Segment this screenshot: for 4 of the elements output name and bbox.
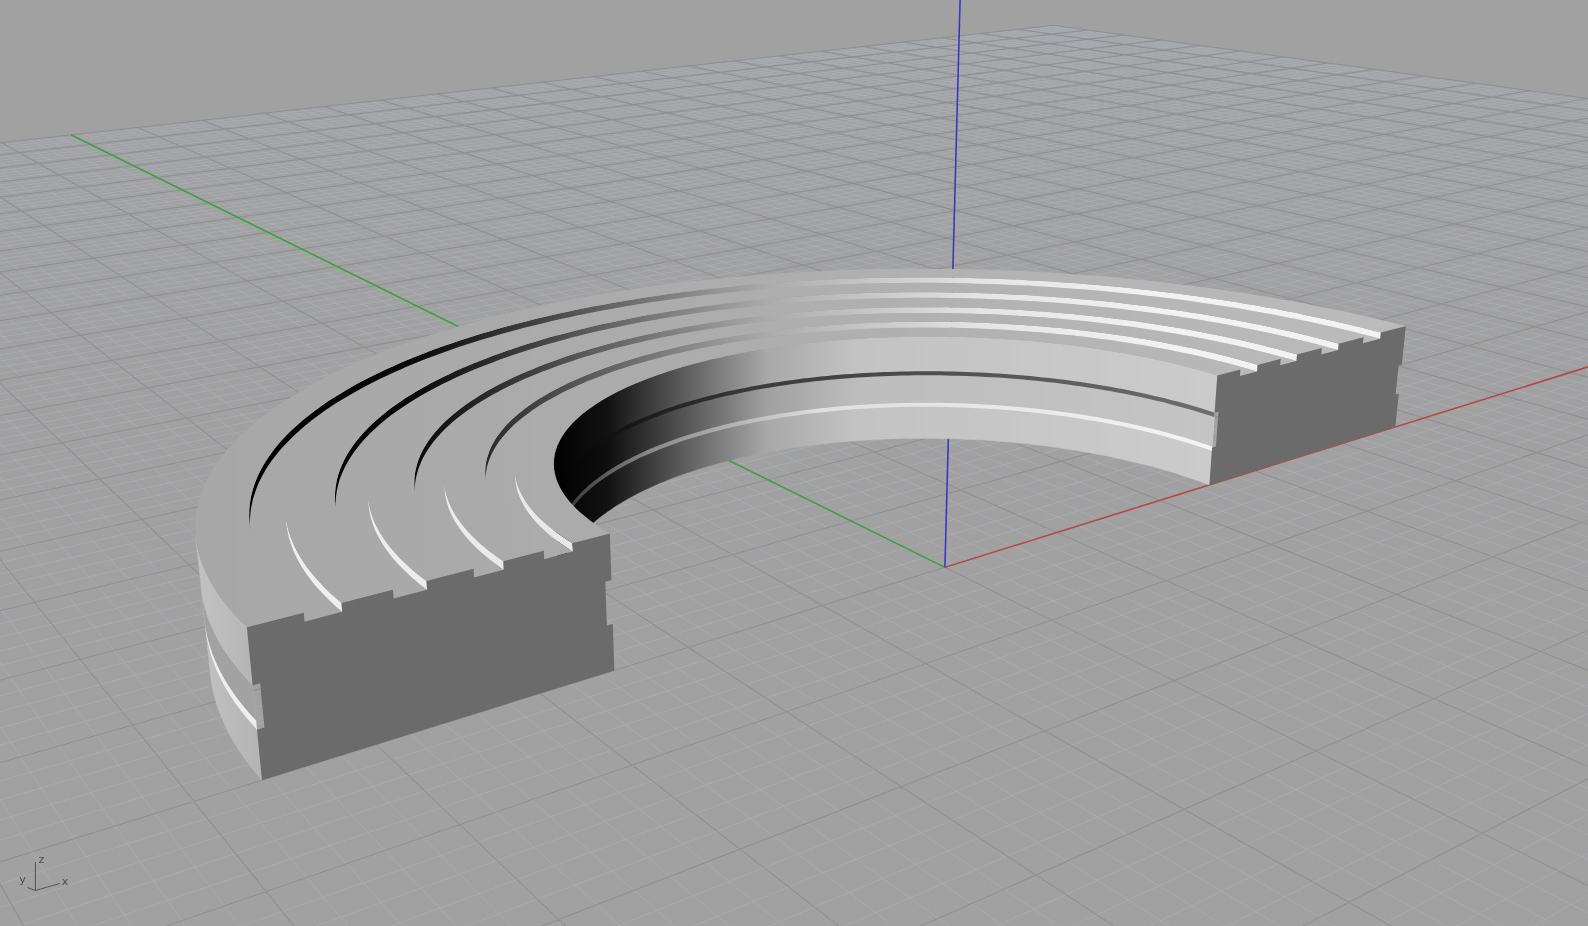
- axis-label: z: [38, 853, 45, 867]
- axis-label: y: [19, 873, 26, 887]
- axis-triad-icon: [26, 861, 61, 892]
- axis-label: x: [61, 875, 69, 889]
